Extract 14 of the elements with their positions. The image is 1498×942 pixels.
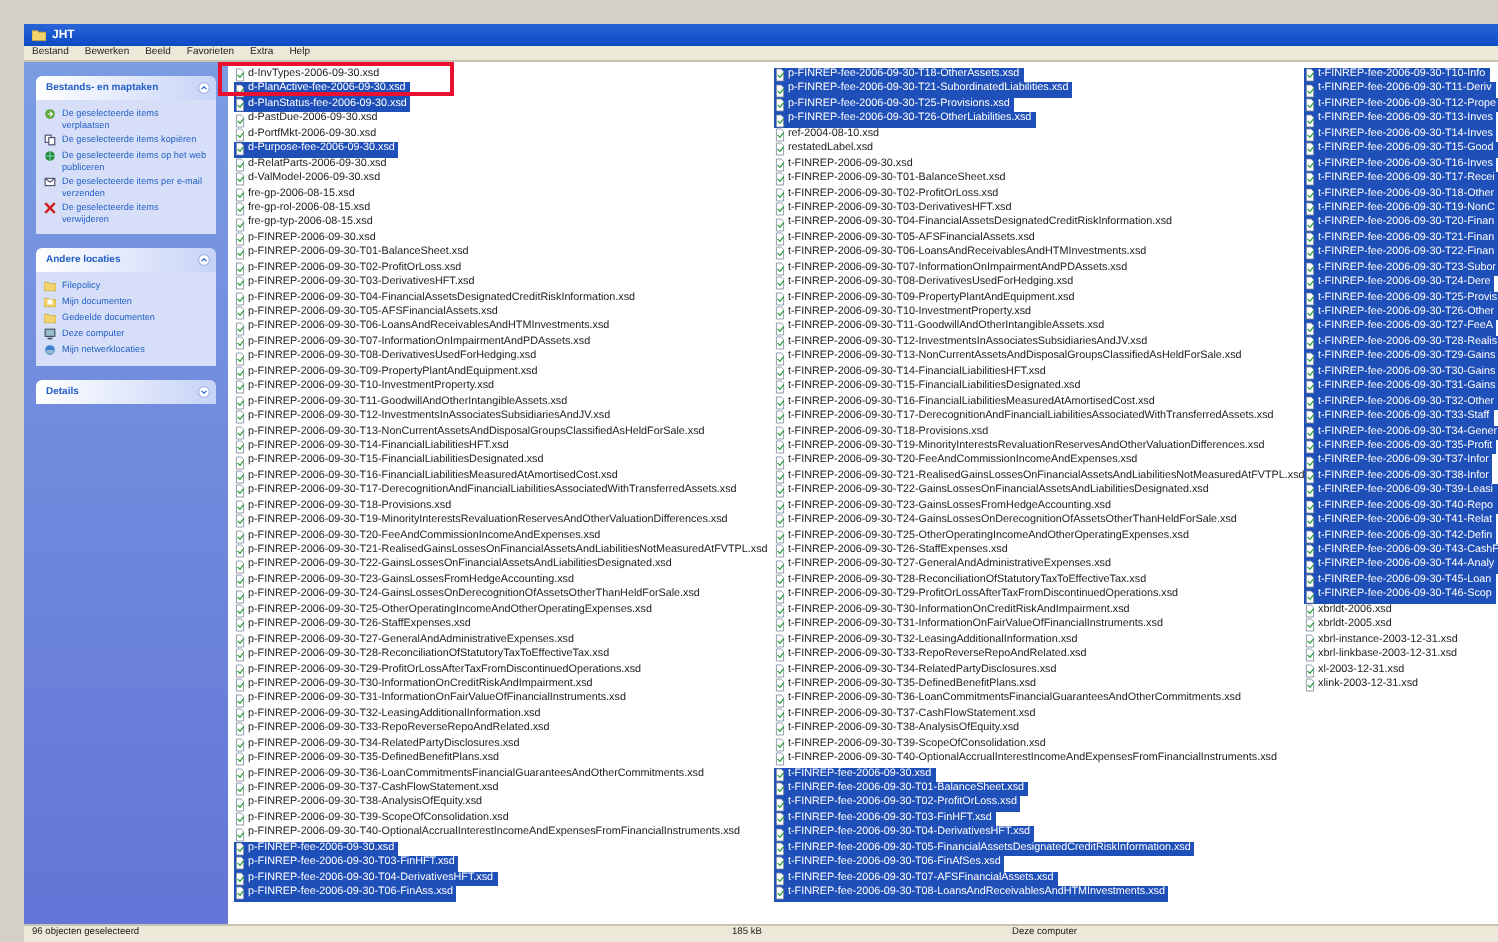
folder-icon bbox=[44, 312, 56, 324]
collapse-icon bbox=[198, 82, 210, 94]
computer-icon bbox=[44, 328, 56, 340]
folder-icon bbox=[44, 280, 56, 292]
expand-icon bbox=[198, 386, 210, 398]
globe-icon bbox=[44, 150, 56, 162]
copy-icon bbox=[44, 134, 56, 146]
network-icon bbox=[44, 344, 56, 356]
delete-icon bbox=[44, 202, 56, 214]
move-icon bbox=[44, 108, 56, 120]
collapse-icon bbox=[198, 254, 210, 266]
mail-icon bbox=[44, 176, 56, 188]
folder-icon bbox=[44, 296, 56, 308]
folder-icon bbox=[32, 28, 46, 42]
